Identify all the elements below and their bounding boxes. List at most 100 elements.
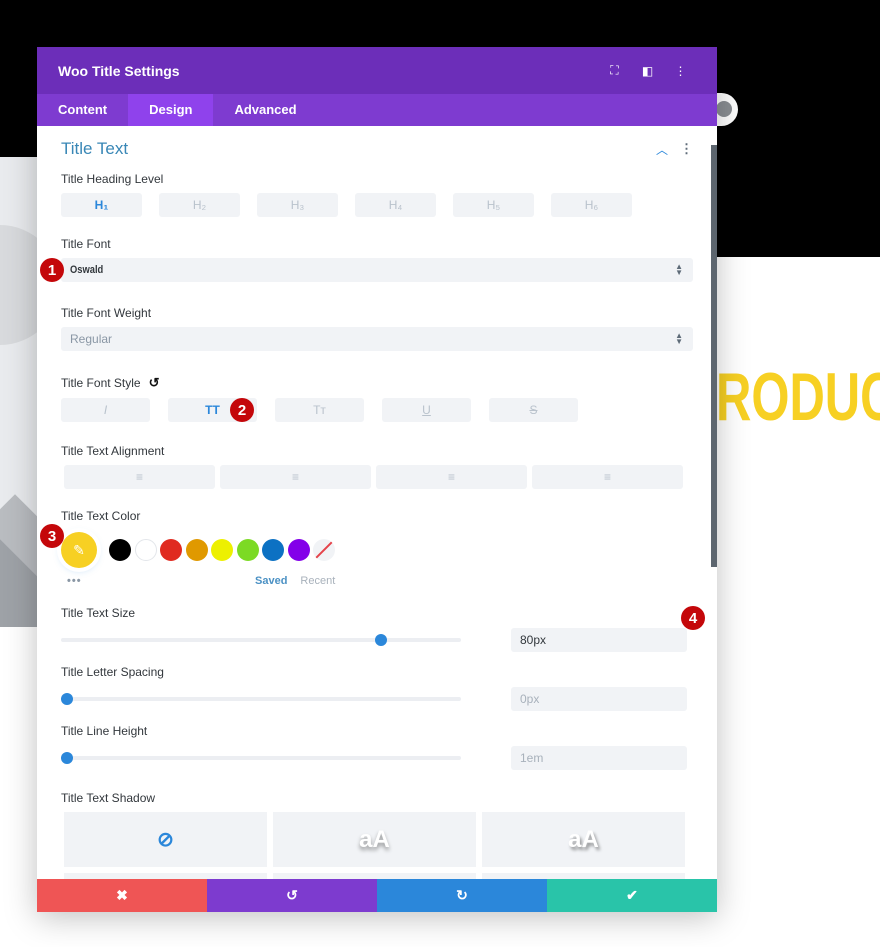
saved-colors-tab[interactable]: Saved — [255, 575, 287, 587]
text-size-slider[interactable] — [61, 634, 461, 646]
shadow-preset-button[interactable]: aA — [273, 812, 476, 867]
capitalize-button[interactable]: Tт — [275, 398, 364, 422]
tab-advanced[interactable]: Advanced — [213, 94, 317, 126]
split-view-icon[interactable]: ◧ — [631, 64, 664, 78]
text-shadow-label: Title Text Shadow — [61, 791, 156, 805]
align-justify-button[interactable]: ≡ — [532, 465, 683, 489]
settings-body: Title Text ︿ ⋮ Title Heading Level H₁ H₂… — [37, 126, 717, 879]
font-weight-select[interactable]: Regular ▲ ▼ — [61, 327, 693, 351]
swatch-red[interactable] — [160, 539, 182, 561]
line-height-slider[interactable] — [61, 752, 461, 764]
line-height-label: Title Line Height — [61, 724, 148, 738]
align-left-icon: ≡ — [135, 470, 143, 484]
heading-h3-button[interactable]: H₃ — [257, 193, 338, 217]
modal-title: Woo Title Settings — [58, 62, 180, 79]
align-center-icon: ≡ — [291, 470, 299, 484]
letter-spacing-input[interactable]: 0px — [511, 687, 687, 711]
undo-icon: ↺ — [286, 887, 298, 903]
swatch-none[interactable] — [313, 539, 335, 561]
font-style-label: Title Font Style ↺ — [61, 375, 693, 391]
modal-header: Woo Title Settings ⛶ ◧ ⋮ — [37, 47, 717, 94]
swatch-blue[interactable] — [262, 539, 284, 561]
cancel-button[interactable]: ✖ — [37, 879, 207, 912]
swatch-orange[interactable] — [185, 539, 208, 561]
section-header[interactable]: Title Text ︿ ⋮ — [61, 126, 693, 172]
letter-spacing-field: Title Letter Spacing 0px — [61, 665, 693, 712]
page-left-decoration — [0, 157, 40, 627]
text-shadow-presets: ⊘ aA aA — [64, 812, 693, 879]
letter-spacing-label: Title Letter Spacing — [61, 665, 164, 679]
decorative-circle — [0, 225, 40, 345]
text-size-label: Title Text Size — [61, 606, 136, 620]
alignment-selector: ≡ ≡ ≡ ≡ — [64, 465, 693, 489]
slider-handle[interactable] — [61, 752, 73, 764]
color-picker-button[interactable]: ✎ — [61, 532, 97, 568]
swatch-footer: ••• Saved Recent — [61, 570, 693, 592]
save-button[interactable]: ✔ — [547, 879, 717, 912]
globe-icon — [716, 101, 732, 117]
modal-tabs: Content Design Advanced — [37, 94, 717, 126]
undo-button[interactable]: ↺ — [207, 879, 377, 912]
more-options-icon[interactable]: ⋮ — [664, 64, 697, 78]
heading-h4-button[interactable]: H₄ — [355, 193, 436, 217]
heading-h2-button[interactable]: H₂ — [159, 193, 240, 217]
strikethrough-button[interactable]: S — [489, 398, 578, 422]
swatch-green[interactable] — [236, 539, 259, 561]
heading-h1-button[interactable]: H₁ — [61, 193, 142, 217]
font-field: Title Font Oswald ▲ ▼ — [61, 237, 693, 282]
swatch-black[interactable] — [109, 539, 131, 561]
annotation-badge: 3 — [40, 524, 64, 548]
font-weight-field: Title Font Weight Regular ▲ ▼ — [61, 306, 693, 351]
settings-modal: Woo Title Settings ⛶ ◧ ⋮ Content Design … — [37, 47, 717, 912]
alignment-label: Title Text Alignment — [61, 444, 165, 458]
font-style-selector: I TT Tт U S — [61, 398, 693, 422]
slider-handle[interactable] — [375, 634, 387, 646]
select-arrows-icon: ▲ ▼ — [675, 331, 683, 346]
heading-level-label: Title Heading Level — [61, 172, 164, 186]
shadow-preset-button[interactable]: aA — [482, 812, 685, 867]
tab-design[interactable]: Design — [128, 94, 214, 126]
text-color-field: Title Text Color ✎ ••• Saved Recent — [61, 509, 693, 592]
text-shadow-field: Title Text Shadow ⊘ aA aA — [61, 791, 693, 879]
letter-spacing-slider[interactable] — [61, 693, 461, 705]
swatch-purple[interactable] — [287, 539, 310, 561]
font-style-label-text: Title Font Style — [61, 376, 141, 390]
chevron-up-icon[interactable]: ︿ — [656, 141, 668, 158]
align-center-button[interactable]: ≡ — [220, 465, 371, 489]
heading-h6-button[interactable]: H₆ — [551, 193, 632, 217]
font-weight-label: Title Font Weight — [61, 306, 152, 320]
annotation-badge: 2 — [230, 398, 254, 422]
heading-level-selector: H₁ H₂ H₃ H₄ H₅ H₆ — [61, 193, 693, 217]
modal-footer: ✖ ↺ ↻ ✔ — [37, 879, 717, 912]
swatch-yellow[interactable] — [211, 539, 233, 561]
more-colors-icon[interactable]: ••• — [67, 575, 255, 587]
annotation-badge: 4 — [681, 606, 705, 630]
section-more-icon[interactable]: ⋮ — [680, 141, 693, 157]
alignment-field: Title Text Alignment ≡ ≡ ≡ ≡ — [61, 444, 693, 489]
recent-colors-tab[interactable]: Recent — [300, 575, 335, 587]
align-right-button[interactable]: ≡ — [376, 465, 527, 489]
tab-content[interactable]: Content — [37, 94, 128, 126]
text-color-label: Title Text Color — [61, 509, 141, 523]
line-height-input[interactable]: 1em — [511, 746, 687, 770]
section-title: Title Text — [61, 139, 129, 158]
heading-h5-button[interactable]: H₅ — [453, 193, 534, 217]
align-left-button[interactable]: ≡ — [64, 465, 215, 489]
slider-handle[interactable] — [61, 693, 73, 705]
font-label: Title Font — [61, 237, 111, 251]
align-justify-icon: ≡ — [603, 470, 611, 484]
eyedropper-icon: ✎ — [73, 541, 85, 558]
select-arrows-icon: ▲ ▼ — [675, 262, 683, 277]
shadow-none-button[interactable]: ⊘ — [64, 812, 267, 867]
color-swatches: ✎ — [61, 530, 693, 570]
expand-icon[interactable]: ⛶ — [598, 63, 631, 78]
reset-icon[interactable]: ↺ — [149, 375, 160, 391]
italic-button[interactable]: I — [61, 398, 150, 422]
swatch-white[interactable] — [134, 539, 157, 561]
underline-button[interactable]: U — [382, 398, 471, 422]
font-select[interactable]: Oswald ▲ ▼ — [61, 258, 693, 282]
text-size-input[interactable]: 80px — [511, 628, 687, 652]
align-right-icon: ≡ — [447, 470, 455, 484]
redo-button[interactable]: ↻ — [377, 879, 547, 912]
line-height-field: Title Line Height 1em — [61, 724, 693, 771]
